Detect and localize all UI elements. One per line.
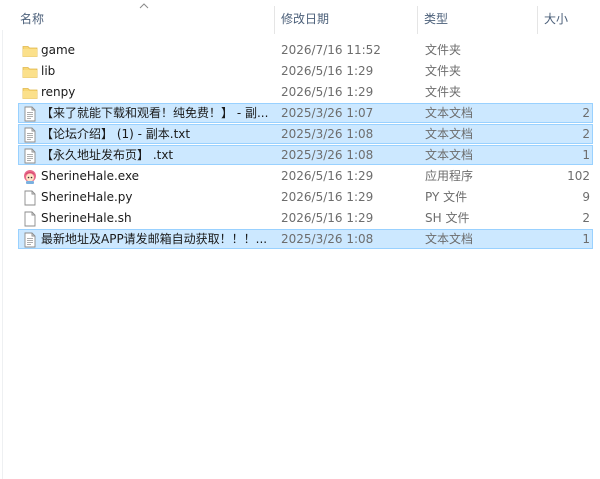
file-icon <box>22 190 38 206</box>
column-header-name[interactable]: 名称 <box>14 0 272 38</box>
file-row[interactable]: 【论坛介绍】 (1) - 副本.txt 2025/3/26 1:08 文本文档 2 <box>18 124 593 144</box>
file-name: game <box>41 43 76 57</box>
file-type: SH 文件 <box>425 211 470 225</box>
file-name: renpy <box>41 85 76 99</box>
file-name: lib <box>41 64 56 78</box>
file-name: SherineHale.sh <box>41 211 132 225</box>
file-name: SherineHale.exe <box>41 169 140 183</box>
file-size: 2 <box>582 127 590 141</box>
file-date: 2026/5/16 1:29 <box>281 85 374 99</box>
file-type: 文本文档 <box>425 148 474 162</box>
folder-icon <box>22 43 38 59</box>
file-date: 2025/3/26 1:08 <box>281 232 374 246</box>
file-row[interactable]: SherineHale.sh 2026/5/16 1:29 SH 文件 2 <box>18 208 593 228</box>
column-header-type[interactable]: 类型 <box>418 0 536 38</box>
file-list-pane: 名称 修改日期 类型 大小 game 2026/7/16 11:52 文件夹 lib 2… <box>0 0 600 479</box>
file-date: 2026/5/16 1:29 <box>281 169 374 183</box>
file-icon <box>22 211 38 227</box>
text-file-icon <box>22 232 38 248</box>
file-row[interactable]: lib 2026/5/16 1:29 文件夹 <box>18 61 593 81</box>
file-type: PY 文件 <box>425 190 468 204</box>
file-size: 2 <box>582 106 590 120</box>
text-file-icon <box>22 106 38 122</box>
file-type: 文件夹 <box>425 64 462 78</box>
file-row[interactable]: 【永久地址发布页】 .txt 2025/3/26 1:08 文本文档 1 <box>18 145 593 165</box>
file-row[interactable]: 【来了就能下载和观看！纯免费！】 - 副... 2025/3/26 1:07 文本文… <box>18 103 593 123</box>
file-row[interactable]: SherineHale.exe 2026/5/16 1:29 应用程序 102 <box>18 166 593 186</box>
file-date: 2025/3/26 1:08 <box>281 148 374 162</box>
pane-edge <box>2 30 3 479</box>
file-name: 【论坛介绍】 (1) - 副本.txt <box>41 127 191 141</box>
file-type: 文件夹 <box>425 43 462 57</box>
file-type: 文本文档 <box>425 106 474 120</box>
file-size: 9 <box>582 190 590 204</box>
file-date: 2025/3/26 1:08 <box>281 127 374 141</box>
file-row[interactable]: renpy 2026/5/16 1:29 文件夹 <box>18 82 593 102</box>
file-name: 【来了就能下载和观看！纯免费！】 - 副... <box>41 106 269 120</box>
file-size: 1 <box>582 232 590 246</box>
column-header-bar: 名称 修改日期 类型 大小 <box>0 0 600 38</box>
file-name: 最新地址及APP请发邮箱自动获取！！！... <box>41 232 268 246</box>
file-date: 2026/7/16 11:52 <box>281 43 381 57</box>
column-header-size[interactable]: 大小 <box>538 0 600 38</box>
file-size: 1 <box>582 148 590 162</box>
file-type: 应用程序 <box>425 169 474 183</box>
file-name: SherineHale.py <box>41 190 133 204</box>
file-row[interactable]: SherineHale.py 2026/5/16 1:29 PY 文件 9 <box>18 187 593 207</box>
column-header-date[interactable]: 修改日期 <box>275 0 417 38</box>
file-size: 102 <box>567 169 590 183</box>
app-icon <box>22 169 38 185</box>
text-file-icon <box>22 127 38 143</box>
file-date: 2025/3/26 1:07 <box>281 106 374 120</box>
file-row[interactable]: game 2026/7/16 11:52 文件夹 <box>18 40 593 60</box>
file-type: 文本文档 <box>425 127 474 141</box>
file-date: 2026/5/16 1:29 <box>281 211 374 225</box>
folder-icon <box>22 64 38 80</box>
file-row[interactable]: 最新地址及APP请发邮箱自动获取！！！... 2025/3/26 1:08 文本文档… <box>18 229 593 249</box>
file-name: 【永久地址发布页】 .txt <box>41 148 174 162</box>
file-size: 2 <box>582 211 590 225</box>
file-date: 2026/5/16 1:29 <box>281 64 374 78</box>
file-type: 文本文档 <box>425 232 474 246</box>
folder-icon <box>22 85 38 101</box>
file-type: 文件夹 <box>425 85 462 99</box>
file-date: 2026/5/16 1:29 <box>281 190 374 204</box>
text-file-icon <box>22 148 38 164</box>
